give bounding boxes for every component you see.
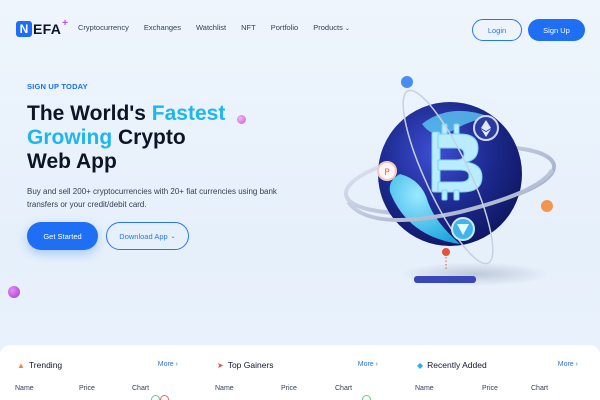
market-overview-panel: ▲ Trending More › Name Price Chart ➤ Top… bbox=[0, 345, 600, 400]
top-gainers-more-link[interactable]: More › bbox=[358, 361, 378, 368]
rocket-icon: ➤ bbox=[217, 360, 224, 370]
chevron-right-icon: › bbox=[375, 361, 378, 368]
trending-more-link[interactable]: More › bbox=[158, 361, 178, 368]
get-started-button[interactable]: Get Started bbox=[27, 222, 98, 250]
col-header-chart: Chart bbox=[335, 385, 353, 392]
nav-link-cryptocurrency[interactable]: Cryptocurrency bbox=[78, 23, 129, 32]
recently-added-header: ◆ Recently Added More › bbox=[403, 360, 578, 374]
nav-link-products-label: Products bbox=[313, 23, 343, 32]
top-gainers-more-label: More bbox=[357, 361, 374, 368]
logo-mark: N bbox=[16, 21, 32, 37]
hero-subtext: Buy and sell 200+ cryptocurrencies with … bbox=[27, 187, 277, 209]
logo-plus: + bbox=[62, 17, 68, 29]
nav-link-nft[interactable]: NFT bbox=[241, 23, 256, 32]
signup-button[interactable]: Sign Up bbox=[528, 19, 585, 41]
col-header-price: Price bbox=[79, 385, 95, 392]
crypto-globe-illustration: P bbox=[343, 76, 557, 286]
chevron-right-icon: › bbox=[575, 361, 578, 368]
top-gainers-title-label: Top Gainers bbox=[227, 360, 274, 370]
recently-added-column-headers: Name Price Chart bbox=[415, 385, 580, 395]
recently-added-title: ◆ Recently Added bbox=[417, 360, 487, 370]
sphere-red-small bbox=[442, 248, 450, 256]
login-button[interactable]: Login bbox=[472, 19, 522, 41]
nav-link-portfolio[interactable]: Portfolio bbox=[271, 23, 299, 32]
top-gainers-title: ➤ Top Gainers bbox=[217, 360, 274, 370]
col-header-chart: Chart bbox=[132, 385, 150, 392]
trending-title-label: Trending bbox=[28, 360, 63, 370]
trending-more-label: More bbox=[157, 361, 174, 368]
col-header-price: Price bbox=[281, 385, 297, 392]
col-header-name: Name bbox=[415, 385, 434, 392]
trending-chart-indicator bbox=[151, 395, 160, 400]
logo-text: EFA bbox=[33, 21, 62, 37]
headline-part3: Web App bbox=[27, 150, 117, 173]
headline-growing: Growing bbox=[27, 126, 113, 149]
trending-chart-indicator-2 bbox=[160, 395, 169, 400]
sphere-blue bbox=[401, 76, 413, 88]
nav-link-exchanges[interactable]: Exchanges bbox=[144, 23, 181, 32]
trending-column-headers: Name Price Chart bbox=[15, 385, 180, 395]
polkadot-icon: P bbox=[384, 168, 390, 178]
recently-added-title-label: Recently Added bbox=[427, 360, 487, 370]
hero-eyebrow: SIGN UP TODAY bbox=[27, 82, 88, 91]
col-header-name: Name bbox=[215, 385, 234, 392]
download-app-button[interactable]: Download App ⌄ bbox=[106, 222, 189, 250]
headline-part2: Crypto bbox=[112, 126, 186, 149]
nav-link-products[interactable]: Products ⌄ bbox=[313, 23, 350, 32]
nav-link-watchlist[interactable]: Watchlist bbox=[196, 23, 226, 32]
download-app-label: Download App bbox=[119, 231, 168, 241]
recently-added-more-link[interactable]: More › bbox=[558, 361, 578, 368]
decorative-dot-purple bbox=[8, 286, 20, 298]
fire-icon: ▲ bbox=[17, 360, 25, 370]
nav-links: Cryptocurrency Exchanges Watchlist NFT P… bbox=[78, 23, 365, 32]
top-gainers-chart-indicator bbox=[362, 395, 371, 400]
sphere-orange bbox=[541, 200, 553, 212]
trending-header: ▲ Trending More › bbox=[3, 360, 178, 374]
chevron-down-icon: ⌄ bbox=[344, 26, 350, 32]
top-navbar: N EFA + Cryptocurrency Exchanges Watchli… bbox=[0, 0, 600, 58]
diamond-icon: ◆ bbox=[417, 360, 424, 370]
pedestal bbox=[414, 276, 476, 283]
col-header-name: Name bbox=[15, 385, 34, 392]
hero-headline: The World's Fastest Growing Crypto Web A… bbox=[27, 102, 297, 174]
brand-logo[interactable]: N EFA + bbox=[16, 17, 68, 38]
decorative-cursor-pink bbox=[237, 115, 246, 124]
chevron-down-icon: ⌄ bbox=[170, 233, 176, 240]
headline-part1: The World's bbox=[27, 102, 152, 125]
headline-fastest: Fastest bbox=[151, 102, 226, 125]
chevron-right-icon: › bbox=[175, 361, 178, 368]
recently-added-more-label: More bbox=[557, 361, 574, 368]
col-header-chart: Chart bbox=[531, 385, 549, 392]
top-gainers-header: ➤ Top Gainers More › bbox=[203, 360, 378, 374]
top-gainers-column-headers: Name Price Chart bbox=[215, 385, 380, 395]
trending-title: ▲ Trending bbox=[17, 360, 62, 370]
col-header-price: Price bbox=[482, 385, 498, 392]
